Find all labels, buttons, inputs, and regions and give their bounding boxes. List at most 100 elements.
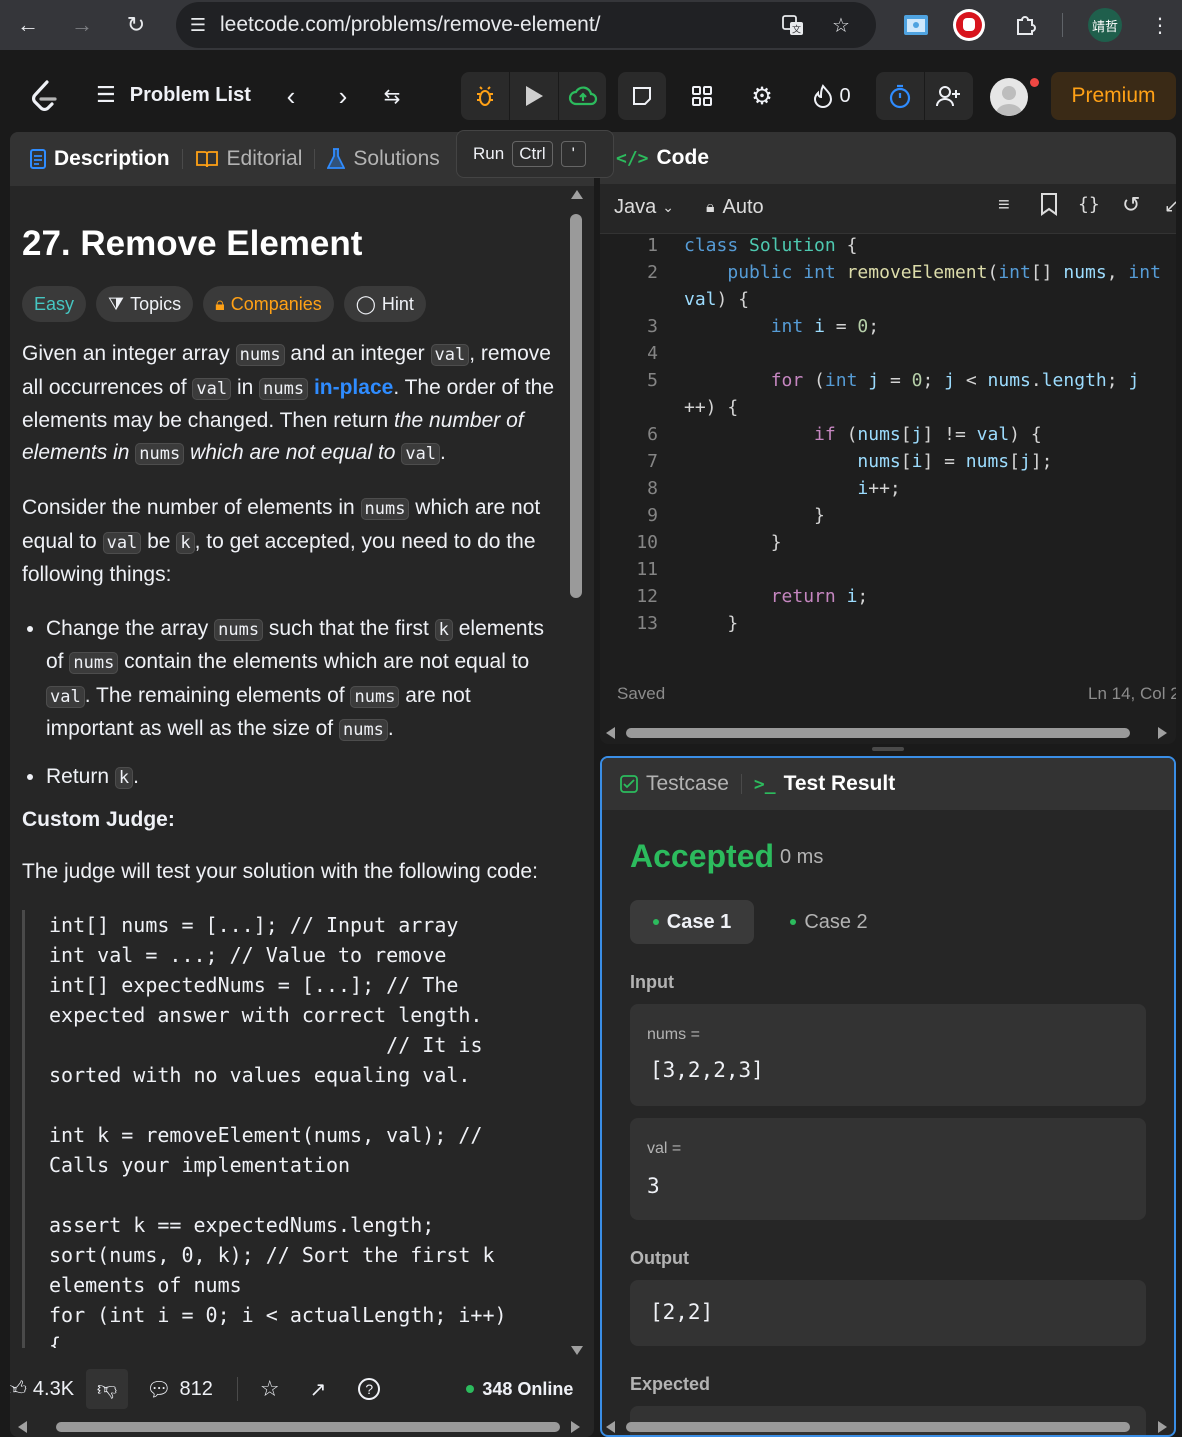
leetcode-navbar: ☰ Problem List ‹ › ⇆ ⚙ 0 Premium: [0, 60, 1182, 132]
language-select[interactable]: Java ⌄: [614, 196, 674, 219]
extension-adblock-icon[interactable]: [951, 7, 987, 43]
reset-icon[interactable]: ↺: [1122, 192, 1140, 218]
code-line: 2 public int removeElement(int[] nums, i…: [647, 262, 1161, 283]
tab-editorial[interactable]: Editorial: [183, 147, 315, 171]
tag-icon: ⧩: [108, 293, 125, 314]
tab-code[interactable]: </> Code: [600, 146, 721, 170]
nums-value: [3,2,2,3]: [650, 1058, 764, 1082]
format-icon[interactable]: ≡: [998, 194, 1010, 217]
case-1-tab[interactable]: Case 1: [630, 900, 754, 944]
tab-description-label: Description: [54, 147, 170, 170]
list-item: Return k.: [46, 761, 562, 795]
description-scrollbar[interactable]: [568, 190, 584, 1360]
code-line: val) {: [684, 289, 750, 310]
scroll-left-arrow[interactable]: [606, 727, 615, 739]
premium-label: Premium: [1071, 84, 1156, 107]
online-indicator: 348 Online: [466, 1379, 573, 1400]
flask-icon: [327, 148, 346, 169]
help-icon[interactable]: ?: [358, 1378, 381, 1400]
like-button[interactable]: 👍︎ 4.3K: [10, 1369, 74, 1409]
tab-testcase[interactable]: Testcase: [602, 772, 741, 796]
scroll-left-arrow[interactable]: [606, 1421, 615, 1433]
text: .: [440, 440, 446, 464]
code-editor[interactable]: 1 class Solution { 2 public int removeEle…: [600, 232, 1176, 637]
text: and an integer: [284, 342, 431, 365]
topics-tag[interactable]: ⧩ Topics: [96, 286, 194, 322]
comments-button[interactable]: 💬︎ 812: [146, 1377, 213, 1402]
hscroll-thumb[interactable]: [626, 728, 1130, 738]
lock-icon: 🔒︎: [215, 293, 225, 314]
submit-cloud-icon[interactable]: [559, 72, 606, 120]
hscroll-thumb[interactable]: [56, 1422, 560, 1432]
inline-code: val: [192, 377, 232, 400]
tab-test-result[interactable]: >_ Test Result: [742, 772, 907, 796]
forward-icon[interactable]: →: [62, 5, 102, 45]
hint-label: Hint: [381, 293, 414, 314]
chrome-menu-icon[interactable]: ⋮: [1142, 7, 1178, 43]
scroll-up-arrow[interactable]: [571, 190, 583, 199]
profile-avatar[interactable]: 靖哲: [1088, 8, 1122, 42]
dislike-button[interactable]: 👎︎: [86, 1369, 129, 1409]
tab-description[interactable]: Description: [10, 147, 182, 171]
run-button[interactable]: [510, 72, 558, 120]
scroll-down-arrow[interactable]: [571, 1346, 583, 1355]
tab-solutions[interactable]: Solutions: [315, 147, 451, 171]
inline-code: nums: [214, 618, 264, 641]
scroll-right-arrow[interactable]: [571, 1421, 580, 1433]
address-bar[interactable]: ☰ leetcode.com/problems/remove-element/: [176, 2, 876, 48]
back-icon[interactable]: ←: [8, 5, 48, 45]
braces-icon[interactable]: {}: [1078, 194, 1100, 215]
notification-dot: [1030, 78, 1039, 87]
in-place-link[interactable]: in-place: [314, 376, 393, 399]
prev-problem-icon[interactable]: ‹: [276, 78, 306, 114]
result-hscrollbar[interactable]: [602, 1416, 1174, 1435]
favorite-star-icon[interactable]: ☆: [260, 1376, 280, 1402]
problem-list-link[interactable]: ☰ Problem List: [96, 82, 251, 108]
debug-icon[interactable]: [461, 72, 509, 120]
settings-gear-icon[interactable]: ⚙: [744, 78, 780, 114]
collapse-icon[interactable]: ↙: [1164, 196, 1176, 217]
scroll-thumb[interactable]: [570, 214, 582, 598]
user-avatar[interactable]: [990, 78, 1028, 116]
inline-code: nums: [360, 498, 410, 520]
difficulty-badge[interactable]: Easy: [22, 286, 87, 322]
hscroll-thumb[interactable]: [626, 1422, 1130, 1432]
description-footer: 👍︎ 4.3K 👎︎ 💬︎ 812 ☆ ↗ ? 348 Online: [10, 1360, 594, 1418]
problem-tags: Easy ⧩ Topics 🔒︎ Companies ◯ Hint: [22, 286, 576, 322]
next-problem-icon[interactable]: ›: [328, 78, 358, 114]
code-hscrollbar[interactable]: [600, 722, 1176, 744]
tooltip-key: ': [560, 141, 586, 167]
bookmark-icon[interactable]: [1040, 192, 1058, 221]
reload-icon[interactable]: ↻: [116, 5, 156, 45]
share-icon[interactable]: ↗: [310, 1377, 327, 1402]
hint-tag[interactable]: ◯ Hint: [343, 286, 426, 322]
likes-count: 4.3K: [32, 1377, 75, 1400]
bookmark-star-icon[interactable]: ☆: [823, 7, 859, 43]
shuffle-icon[interactable]: ⇆: [374, 78, 410, 114]
tooltip-label: Run: [473, 144, 505, 163]
notes-button[interactable]: [618, 72, 666, 120]
site-settings-icon[interactable]: ☰: [176, 15, 220, 36]
case-2-tab[interactable]: Case 2: [774, 900, 884, 944]
timer-icon[interactable]: [876, 72, 924, 120]
resize-handle[interactable]: [872, 747, 904, 751]
autocomplete-toggle[interactable]: 🔒︎ Auto: [706, 196, 764, 219]
difficulty-label: Easy: [34, 293, 75, 314]
note-icon: [618, 72, 666, 120]
description-hscrollbar[interactable]: [10, 1416, 594, 1437]
translate-icon[interactable]: 文: [775, 7, 811, 43]
streak-counter[interactable]: 0: [806, 78, 858, 114]
case-2-label: Case 2: [804, 910, 868, 933]
scroll-left-arrow[interactable]: [18, 1421, 27, 1433]
extension-screenshot-icon[interactable]: [898, 7, 934, 43]
leetcode-logo-icon[interactable]: [24, 77, 64, 117]
premium-button[interactable]: Premium: [1051, 72, 1176, 120]
add-user-icon[interactable]: [925, 72, 973, 120]
nums-label: nums =: [647, 1026, 700, 1043]
scroll-right-arrow[interactable]: [1158, 727, 1167, 739]
scroll-right-arrow[interactable]: [1158, 1421, 1167, 1433]
extensions-puzzle-icon[interactable]: [1008, 7, 1044, 43]
companies-tag[interactable]: 🔒︎ Companies: [203, 286, 334, 322]
streak-count: 0: [839, 84, 851, 107]
layout-grid-icon[interactable]: [684, 78, 720, 114]
